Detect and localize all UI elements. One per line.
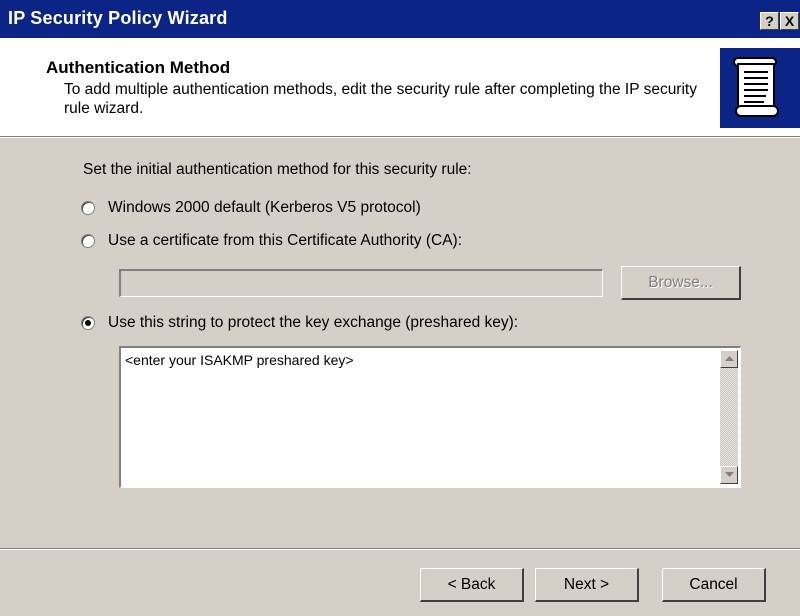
back-button[interactable]: < Back: [420, 568, 524, 602]
option-kerberos-label[interactable]: Windows 2000 default (Kerberos V5 protoc…: [108, 199, 421, 217]
wizard-header: Authentication Method To add multiple au…: [0, 38, 800, 136]
textarea-scrollbar[interactable]: [720, 350, 738, 484]
ca-name-field: [119, 269, 603, 297]
close-button[interactable]: X: [780, 12, 799, 30]
header-separator: [0, 136, 800, 138]
browse-button: Browse...: [621, 266, 741, 300]
radio-preshared-key[interactable]: [81, 316, 95, 330]
option-preshared-key-label[interactable]: Use this string to protect the key excha…: [108, 314, 518, 332]
arrow-up-icon: [725, 356, 734, 361]
instruction-text: Set the initial authentication method fo…: [83, 161, 472, 178]
radio-kerberos[interactable]: [81, 201, 95, 215]
preshared-key-value[interactable]: <enter your ISAKMP preshared key>: [125, 352, 354, 368]
option-certificate-label[interactable]: Use a certificate from this Certificate …: [108, 232, 462, 250]
window-title: IP Security Policy Wizard: [8, 8, 228, 28]
wizard-window: IP Security Policy Wizard ? X Authentica…: [0, 0, 800, 616]
arrow-down-icon: [725, 472, 734, 477]
scroll-down-button[interactable]: [720, 466, 738, 484]
scroll-up-button[interactable]: [720, 350, 738, 368]
next-button[interactable]: Next >: [535, 568, 639, 602]
scroll-document-icon: [720, 48, 800, 128]
footer-separator: [0, 548, 800, 550]
title-bar[interactable]: IP Security Policy Wizard ? X: [0, 0, 800, 38]
cancel-button[interactable]: Cancel: [662, 568, 766, 602]
preshared-key-textarea[interactable]: <enter your ISAKMP preshared key>: [119, 346, 741, 488]
radio-certificate[interactable]: [81, 234, 95, 248]
page-title: Authentication Method: [46, 58, 231, 77]
page-description: To add multiple authentication methods, …: [64, 81, 697, 117]
help-button[interactable]: ?: [760, 12, 779, 30]
